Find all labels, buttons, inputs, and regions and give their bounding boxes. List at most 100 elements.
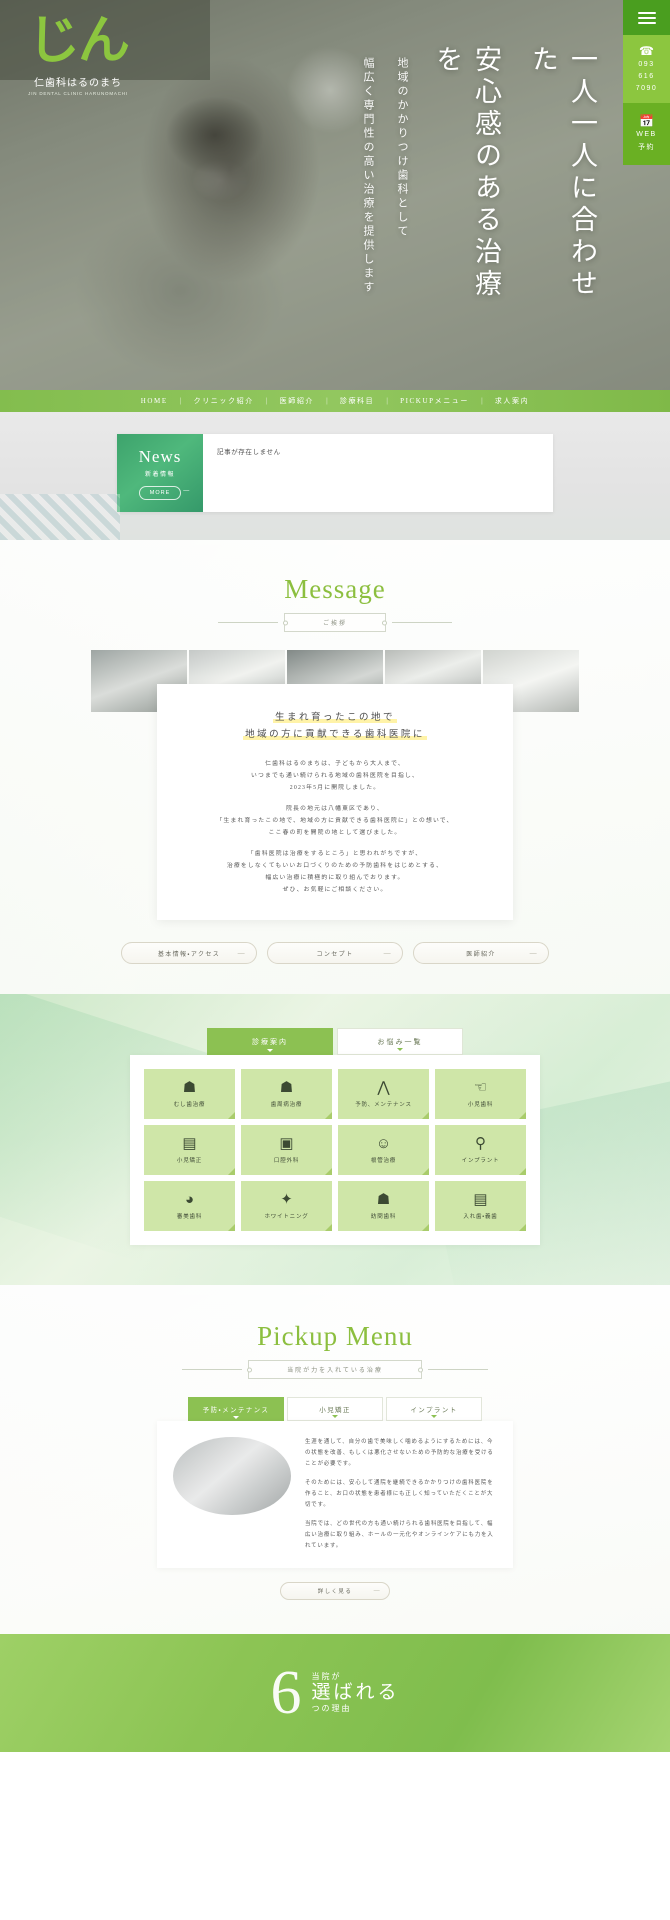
main-navigation: HOME | クリニック紹介 | 医師紹介 | 診療科目 | PICKUPメニュ…	[0, 390, 670, 412]
treatment-item-label: 口腔外科	[273, 1158, 300, 1164]
dental-tools-icon: ⋀	[377, 1079, 390, 1096]
treatment-item-label: 予防、メンテナンス	[355, 1102, 412, 1108]
reason-section: 6 当院が 選ばれる つの理由	[0, 1634, 670, 1752]
nav-item-recruit[interactable]: 求人案内	[483, 396, 541, 406]
phone-button[interactable]: ☎ 093 616 7090	[623, 35, 670, 103]
treatment-item-whitening[interactable]: ✦ ホワイトニング	[241, 1181, 332, 1231]
web-booking-button[interactable]: 📅 WEB 予約	[623, 103, 670, 165]
message-headline: 生まれ育ったこの地で 地域の方に貢献できる歯科医院に	[177, 710, 493, 744]
message-title: Message	[284, 574, 386, 604]
logo-roman-name: JIN DENTAL CLINIC HARUNOMACHI	[28, 91, 128, 96]
pickup-paragraph: 当院では、どの世代の方も通い続けられる歯科医院を目指して、幅広い治療に取り組み、…	[305, 1521, 494, 1549]
treatment-item-label: 入れ歯・義歯	[463, 1214, 498, 1220]
side-floating-nav: ☎ 093 616 7090 📅 WEB 予約	[623, 0, 670, 165]
web-booking-label-2: 予約	[638, 144, 655, 151]
pickup-tab-prevention[interactable]: 予防・メンテナンス	[188, 1397, 284, 1421]
chevron-down-icon	[233, 1416, 239, 1419]
tooth-icon: ☗	[182, 1079, 197, 1096]
hamburger-icon	[637, 9, 656, 27]
treatment-item-periodontal[interactable]: ☗ 歯周病治療	[241, 1069, 332, 1119]
treatment-item-label: むし歯治療	[173, 1102, 206, 1108]
treatment-item-label: 訪問歯科	[370, 1214, 397, 1220]
tab-label: お悩み一覧	[377, 1038, 423, 1046]
message-subtitle: ご挨拶	[283, 613, 386, 632]
nav-item-doctor[interactable]: 医師紹介	[268, 396, 326, 406]
tab-label: 予防・メンテナンス	[202, 1407, 270, 1414]
news-empty-message: 記事が存在しません	[217, 449, 281, 456]
treatment-item-home-visit[interactable]: ☗ 訪問歯科	[338, 1181, 429, 1231]
treatment-item-cavity[interactable]: ☗ むし歯治療	[144, 1069, 235, 1119]
pickup-text: 生涯を通して、自分の歯で美味しく噛めるようにするためには、今の状態を改善、もしく…	[305, 1437, 497, 1552]
logo-mark-icon: じん	[27, 10, 130, 71]
site-logo[interactable]: じん 仁歯科はるのまち JIN DENTAL CLINIC HARUNOMACH…	[18, 10, 138, 97]
message-line: いつまでも通い続けられる地域の歯科医院を目指し、	[251, 773, 419, 779]
nav-item-pickup[interactable]: PICKUPメニュー	[388, 396, 481, 406]
treatment-item-label: ホワイトニング	[264, 1214, 309, 1220]
pickup-paragraph: 生涯を通して、自分の歯で美味しく噛めるようにするためには、今の状態を改善、もしく…	[305, 1439, 494, 1467]
pickup-tabs: 予防・メンテナンス 小児矯正 インプラント	[0, 1397, 670, 1421]
web-booking-label-1: WEB	[636, 131, 657, 138]
treatment-item-label: 小児矯正	[176, 1158, 203, 1164]
nav-item-departments[interactable]: 診療科目	[328, 396, 386, 406]
pickup-header: Pickup Menu 当院が力を入れている治療	[0, 1321, 670, 1379]
treatment-grid: ☗ むし歯治療 ☗ 歯周病治療 ⋀ 予防、メンテナンス ☜ 小児歯科 ▤ 小児矯…	[144, 1069, 526, 1231]
house-icon: ☗	[376, 1191, 391, 1208]
logo-clinic-name: 仁歯科はるのまち	[34, 78, 122, 89]
tab-treatment-guide[interactable]: 診療案内	[207, 1028, 333, 1055]
treatment-item-dentures[interactable]: ▤ 入れ歯・義歯	[435, 1181, 526, 1231]
chevron-down-icon	[332, 1415, 338, 1418]
pickup-tab-implant[interactable]: インプラント	[386, 1397, 482, 1421]
message-line: 「歯科医院は治療をするところ」と思われがちですが、	[247, 851, 423, 857]
hero-section: じん 仁歯科はるのまち JIN DENTAL CLINIC HARUNOMACH…	[0, 0, 670, 390]
news-title: News	[138, 446, 182, 466]
tab-concerns-list[interactable]: お悩み一覧	[337, 1028, 463, 1055]
pickup-more-button[interactable]: 詳しく見る	[280, 1582, 390, 1600]
treatment-item-aesthetic[interactable]: ◕ 審美歯科	[144, 1181, 235, 1231]
button-basic-info-access[interactable]: 基本情報・アクセス	[121, 942, 257, 964]
treatment-item-pediatric[interactable]: ☜ 小児歯科	[435, 1069, 526, 1119]
pickup-paragraph: そのためには、安心して通院を継続できるかかりつけの歯科医院を作ること、お口の状態…	[305, 1480, 494, 1508]
reason-inner: 6 当院が 選ばれる つの理由	[270, 1662, 399, 1724]
hero-headline-1: 一人一人に合わせた	[528, 45, 597, 301]
chevron-down-icon	[397, 1048, 403, 1051]
message-line: 幅広い治療に積極的に取り組んでおります。	[265, 875, 405, 881]
pickup-subtitle-wrap: 当院が力を入れている治療	[0, 1360, 670, 1379]
button-doctor-intro[interactable]: 医師紹介	[413, 942, 549, 964]
subtitle-line-right	[392, 622, 452, 623]
treatment-item-implant[interactable]: ⚲ インプラント	[435, 1125, 526, 1175]
chevron-down-icon	[267, 1049, 273, 1052]
message-body: 仁歯科はるのまちは、子どもから大人まで、 いつまでも通い続けられる地域の歯科医院…	[177, 758, 493, 896]
pickup-tab-pediatric-ortho[interactable]: 小児矯正	[287, 1397, 383, 1421]
hamburger-menu-button[interactable]	[623, 0, 670, 35]
news-more-button[interactable]: MORE	[138, 485, 190, 500]
pickup-title: Pickup Menu	[257, 1321, 413, 1351]
nav-item-home[interactable]: HOME	[129, 397, 180, 405]
pickup-subtitle: 当院が力を入れている治療	[248, 1360, 422, 1379]
hero-sub-1: 地域のかかりつけ歯科として	[396, 57, 408, 239]
news-card-heading: News 新着情報 MORE	[117, 434, 203, 512]
phone-number-line3: 7090	[635, 85, 658, 92]
news-card: News 新着情報 MORE 記事が存在しません	[117, 434, 553, 512]
treatment-item-pediatric-ortho[interactable]: ▤ 小児矯正	[144, 1125, 235, 1175]
nav-item-clinic[interactable]: クリニック紹介	[182, 396, 266, 406]
treatment-item-oral-surgery[interactable]: ▣ 口腔外科	[241, 1125, 332, 1175]
message-subtitle-wrap: ご挨拶	[0, 613, 670, 632]
news-section: News 新着情報 MORE 記事が存在しません	[0, 412, 670, 540]
message-line: 治療をしなくてもいいお口づくりのための予防歯科をはじめとする、	[226, 863, 444, 869]
hero-sub-2: 幅広く専門性の高い治療を提供します	[362, 57, 374, 295]
treatment-item-label: 小児歯科	[467, 1102, 494, 1108]
treatment-item-prevention[interactable]: ⋀ 予防、メンテナンス	[338, 1069, 429, 1119]
tab-label: インプラント	[410, 1407, 458, 1414]
treatment-section: 診療案内 お悩み一覧 ☗ むし歯治療 ☗ 歯周病治療 ⋀ 予防、メンテナンス ☜…	[0, 994, 670, 1285]
button-concept[interactable]: コンセプト	[267, 942, 403, 964]
message-line: ここ春の町を開院の地として選びました。	[268, 830, 402, 836]
message-line: 2023年5月に開院しました。	[289, 785, 381, 791]
message-card: 生まれ育ったこの地で 地域の方に貢献できる歯科医院に 仁歯科はるのまちは、子ども…	[157, 684, 513, 920]
news-list: 記事が存在しません	[203, 434, 553, 512]
treatment-item-root-canal[interactable]: ☺ 根管治療	[338, 1125, 429, 1175]
phone-number-line1: 093	[638, 61, 655, 68]
chevron-down-icon	[431, 1415, 437, 1418]
hero-headline-2: 安心感のある治療を	[432, 45, 501, 301]
message-headline-line2: 地域の方に貢献できる歯科医院に	[243, 730, 427, 740]
phone-icon: ☎	[639, 44, 654, 58]
